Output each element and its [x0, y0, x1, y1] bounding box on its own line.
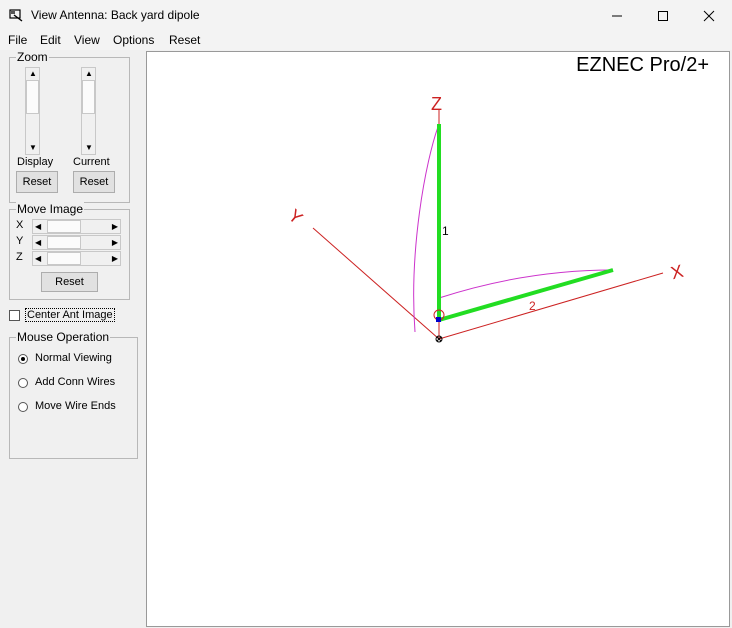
window-title: View Antenna: Back yard dipole — [31, 8, 200, 22]
move-image-reset-button[interactable]: Reset — [41, 272, 98, 292]
z-axis-label: Z — [431, 94, 442, 114]
axis-z-label: Z — [16, 251, 23, 263]
mouse-operation-group-title: Mouse Operation — [16, 330, 111, 344]
scroll-down-icon[interactable]: ▼ — [85, 144, 93, 152]
menu-options[interactable]: Options — [113, 33, 154, 47]
maximize-icon — [658, 10, 668, 21]
minimize-button[interactable] — [594, 0, 640, 31]
menu-reset[interactable]: Reset — [169, 33, 200, 47]
antenna-viewport[interactable]: EZNEC Pro/2+ Z Y X 1 2 — [146, 51, 730, 627]
axis-y-label: Y — [16, 235, 24, 247]
center-ant-image-label[interactable]: Center Ant Image — [25, 308, 115, 322]
antenna-drawing[interactable]: Z Y X 1 2 — [147, 52, 729, 626]
zoom-current-scrollbar[interactable]: ▲ ▼ — [81, 67, 96, 155]
x-axis-label: X — [669, 261, 686, 283]
wire-2-label: 2 — [529, 299, 536, 313]
scroll-right-icon[interactable]: ▶ — [112, 255, 118, 263]
move-y-thumb[interactable] — [47, 236, 81, 249]
menu-file[interactable]: File — [8, 33, 27, 47]
zoom-display-label: Display — [17, 156, 54, 168]
title-bar: View Antenna: Back yard dipole — [0, 0, 732, 31]
x-axis-line — [438, 272, 664, 340]
scroll-left-icon[interactable]: ◀ — [35, 239, 41, 247]
move-wire-ends-radio[interactable] — [18, 402, 28, 412]
zoom-current-thumb[interactable] — [82, 80, 95, 114]
menu-bar: File Edit View Options Reset — [0, 31, 732, 50]
zoom-current-reset-button[interactable]: Reset — [73, 171, 115, 193]
add-conn-wires-label[interactable]: Add Conn Wires — [35, 376, 115, 388]
zoom-group-title: Zoom — [16, 50, 49, 64]
maximize-button[interactable] — [640, 0, 686, 31]
minimize-icon — [612, 15, 622, 16]
close-button[interactable] — [686, 0, 732, 31]
wire-1-label: 1 — [442, 224, 449, 238]
menu-edit[interactable]: Edit — [40, 33, 61, 47]
add-conn-wires-radio[interactable] — [18, 378, 28, 388]
zoom-display-scrollbar[interactable]: ▲ ▼ — [25, 67, 40, 155]
move-image-group-title: Move Image — [16, 202, 85, 216]
y-axis-line — [312, 227, 440, 340]
scroll-up-icon[interactable]: ▲ — [29, 70, 37, 78]
zoom-display-reset-button[interactable]: Reset — [16, 171, 58, 193]
move-wire-ends-label[interactable]: Move Wire Ends — [35, 400, 116, 412]
y-axis-label: Y — [284, 205, 306, 228]
scroll-up-icon[interactable]: ▲ — [85, 70, 93, 78]
move-x-scrollbar[interactable]: ◀ ▶ — [32, 219, 121, 234]
app-icon — [9, 9, 23, 22]
move-z-scrollbar[interactable]: ◀ ▶ — [32, 251, 121, 266]
menu-view[interactable]: View — [74, 33, 100, 47]
move-x-thumb[interactable] — [47, 220, 81, 233]
scroll-down-icon[interactable]: ▼ — [29, 144, 37, 152]
scroll-right-icon[interactable]: ▶ — [112, 223, 118, 231]
scroll-left-icon[interactable]: ◀ — [35, 223, 41, 231]
normal-viewing-radio[interactable] — [18, 354, 28, 364]
source-square — [436, 317, 441, 322]
close-icon — [703, 10, 715, 21]
move-z-thumb[interactable] — [47, 252, 81, 265]
scroll-left-icon[interactable]: ◀ — [35, 255, 41, 263]
pattern-curve-vertical — [413, 123, 440, 333]
scroll-right-icon[interactable]: ▶ — [112, 239, 118, 247]
axis-x-label: X — [16, 219, 24, 231]
zoom-display-thumb[interactable] — [26, 80, 39, 114]
zoom-current-label: Current — [73, 156, 110, 168]
center-ant-image-checkbox[interactable] — [9, 310, 20, 321]
move-y-scrollbar[interactable]: ◀ ▶ — [32, 235, 121, 250]
normal-viewing-label[interactable]: Normal Viewing — [35, 352, 112, 364]
